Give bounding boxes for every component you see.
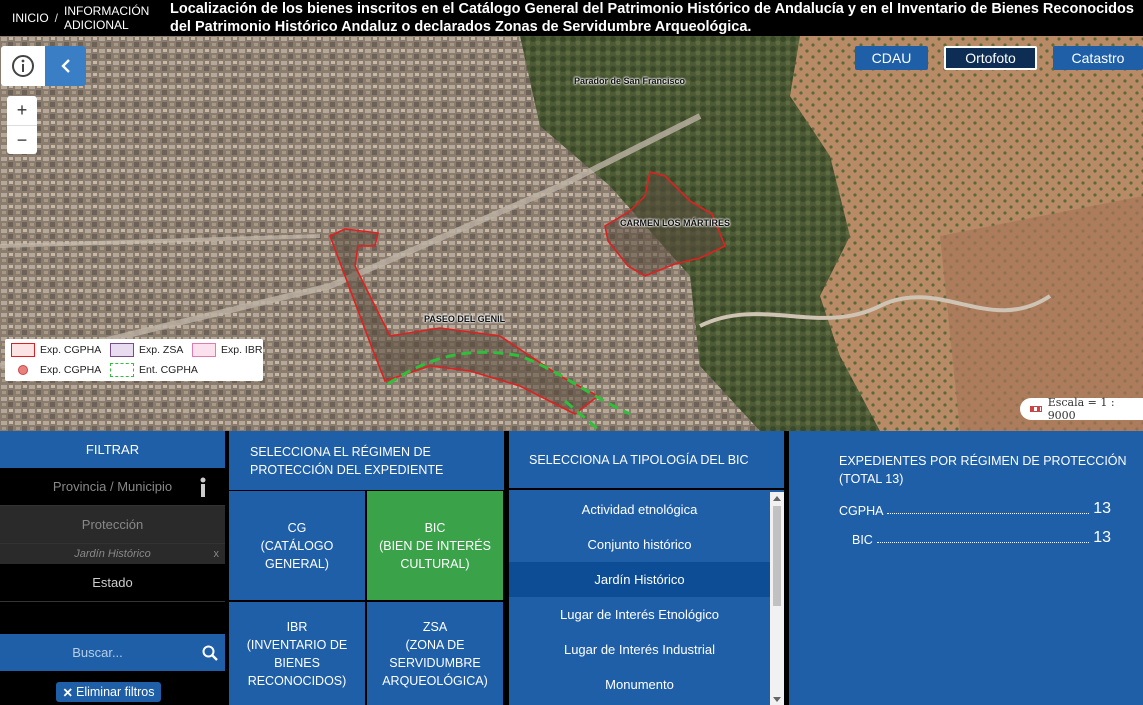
info-icon[interactable] <box>199 477 207 497</box>
chevron-left-icon <box>60 59 70 73</box>
tipologia-item[interactable]: Actividad etnológica <box>509 492 770 527</box>
zoom-control: + − <box>7 96 37 154</box>
filter-title: FILTRAR <box>0 431 225 468</box>
legend-item-ent-polygon: Ent. CGPHA <box>110 363 198 377</box>
tipologia-item[interactable]: Lugar de Interés Etnológico <box>509 597 770 632</box>
search-button[interactable] <box>195 634 225 671</box>
regimen-panel: SELECCIONA EL RÉGIMEN DE PROTECCIÓN DEL … <box>229 431 504 705</box>
regimen-option-ibr[interactable]: IBR (INVENTARIO DE BIENES RECONOCIDOS) <box>229 602 365 705</box>
map-label-carmen[interactable]: CARMEN LOS MÁRTIRES <box>620 218 730 228</box>
layer-cdau-button[interactable]: CDAU <box>855 46 928 70</box>
filter-proteccion-label: Protección <box>81 517 144 532</box>
map-scale: Escala = 1 : 9000 <box>1020 396 1143 422</box>
scroll-up-icon[interactable] <box>773 496 781 501</box>
stat-row-bic: BIC 13 <box>852 529 1111 547</box>
tipologia-title: SELECCIONA LA TIPOLOGÍA DEL BIC <box>509 431 784 490</box>
zoom-out-button[interactable]: − <box>7 125 37 154</box>
header-bar: INICIO / INFORMACIÓN ADICIONAL Localizac… <box>0 0 1143 36</box>
regimen-title: SELECCIONA EL RÉGIMEN DE PROTECCIÓN DEL … <box>229 431 504 490</box>
scrollbar-thumb[interactable] <box>773 506 781 606</box>
clear-filters-label: Eliminar filtros <box>75 685 155 699</box>
info-button[interactable] <box>1 46 45 86</box>
clear-filters-button[interactable]: ✕ Eliminar filtros <box>56 682 161 702</box>
breadcrumb-info-link[interactable]: INFORMACIÓN ADICIONAL <box>64 4 149 32</box>
stat-leader-dots <box>887 513 1090 514</box>
filter-provincia[interactable]: Provincia / Municipio <box>0 468 225 506</box>
regimen-option-label: IBR (INVENTARIO DE BIENES RECONOCIDOS) <box>246 619 348 688</box>
legend-item-cgpha-polygon: Exp. CGPHA <box>11 343 101 357</box>
search-bar <box>0 634 225 671</box>
legend-label: Ent. CGPHA <box>139 364 198 376</box>
polygon-swatch-purple <box>110 343 134 357</box>
stats-title: EXPEDIENTES POR RÉGIMEN DE PROTECCIÓN (T… <box>839 454 1127 486</box>
filter-proteccion[interactable]: Protección <box>0 506 225 544</box>
tipologia-panel: SELECCIONA LA TIPOLOGÍA DEL BIC Activida… <box>509 431 784 705</box>
selected-filter-value: Jardín Histórico <box>74 548 151 560</box>
point-swatch-red <box>11 363 35 377</box>
tipologia-scrollbar[interactable] <box>770 492 784 705</box>
filter-proteccion-selected: Jardín Histórico x <box>0 544 225 564</box>
info-icon <box>12 55 34 77</box>
stat-leader-dots <box>876 542 1090 543</box>
collapse-panel-button[interactable] <box>45 46 86 86</box>
stat-value: 13 <box>1093 500 1111 517</box>
scroll-down-icon[interactable] <box>773 697 781 702</box>
tipologia-list: Actividad etnológica Conjunto histórico … <box>509 492 770 705</box>
regimen-option-bic[interactable]: BIC (BIEN DE INTERÉS CULTURAL) <box>367 491 503 600</box>
breadcrumb-separator: / <box>54 11 59 25</box>
stat-label: CGPHA <box>839 504 884 518</box>
legend-label: Exp. IBR <box>221 344 263 356</box>
regimen-option-zsa[interactable]: ZSA (ZONA DE SERVIDUMBRE ARQUEOLÓGICA) <box>367 602 503 705</box>
polygon-swatch-green-dashed <box>110 363 134 377</box>
legend-item-cgpha-point: Exp. CGPHA <box>11 363 101 377</box>
map-label-paseo[interactable]: PASEO DEL GENIL <box>424 314 505 324</box>
tipologia-item[interactable]: Monumento <box>509 667 770 702</box>
legend-label: Exp. CGPHA <box>40 344 102 356</box>
regimen-option-label: BIC (BIEN DE INTERÉS CULTURAL) <box>379 520 491 571</box>
scale-bar-icon <box>1030 406 1042 412</box>
legend-item-zsa-polygon: Exp. ZSA <box>110 343 183 357</box>
app: INICIO / INFORMACIÓN ADICIONAL Localizac… <box>0 0 1143 705</box>
stats-panel: EXPEDIENTES POR RÉGIMEN DE PROTECCIÓN (T… <box>789 431 1143 705</box>
polygon-swatch-red <box>11 343 35 357</box>
regimen-option-label: ZSA (ZONA DE SERVIDUMBRE ARQUEOLÓGICA) <box>382 619 488 688</box>
search-input[interactable] <box>0 634 195 671</box>
legend-item-ibr-polygon: Exp. IBR <box>192 343 262 357</box>
search-icon <box>202 645 218 661</box>
page-title: Localización de los bienes inscritos en … <box>170 1 1134 35</box>
stat-value: 13 <box>1093 529 1111 546</box>
polygon-swatch-pink <box>192 343 216 357</box>
regimen-option-label: CG (CATÁLOGO GENERAL) <box>260 520 334 571</box>
tipologia-item[interactable]: Conjunto histórico <box>509 527 770 562</box>
layer-ortofoto-button[interactable]: Ortofoto <box>944 46 1037 70</box>
filter-panel: FILTRAR Provincia / Municipio Protección… <box>0 431 225 705</box>
regimen-option-cg[interactable]: CG (CATÁLOGO GENERAL) <box>229 491 365 600</box>
zoom-in-button[interactable]: + <box>7 96 37 125</box>
filter-provincia-label: Provincia / Municipio <box>52 479 173 494</box>
filter-estado[interactable]: Estado <box>0 564 225 602</box>
close-icon: ✕ <box>62 685 73 700</box>
remove-filter-button[interactable]: x <box>214 548 220 560</box>
tipologia-item[interactable]: Lugar de Interés Industrial <box>509 632 770 667</box>
breadcrumb-home-link[interactable]: INICIO <box>12 11 49 25</box>
filter-estado-label: Estado <box>92 575 133 590</box>
map-view[interactable]: + − CDAU Ortofoto Catastro Parador de Sa… <box>0 36 1143 431</box>
tipologia-item-selected[interactable]: Jardín Histórico <box>509 562 770 597</box>
map-label-parador: Parador de San Francisco <box>574 76 686 86</box>
legend-label: Exp. ZSA <box>139 344 184 356</box>
legend-label: Exp. CGPHA <box>40 364 102 376</box>
layer-catastro-button[interactable]: Catastro <box>1053 46 1143 70</box>
stat-row-cgpha: CGPHA 13 <box>839 500 1111 518</box>
scale-text: Escala = 1 : 9000 <box>1047 396 1115 422</box>
breadcrumb: INICIO / INFORMACIÓN ADICIONAL <box>0 0 165 36</box>
stat-label: BIC <box>852 533 873 547</box>
map-legend: Exp. CGPHA Exp. ZSA Exp. IBR Exp. CGPHA … <box>5 339 263 381</box>
